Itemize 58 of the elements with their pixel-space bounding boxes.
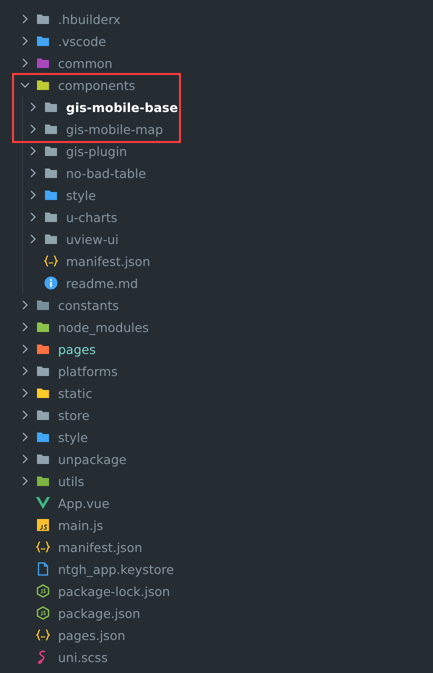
file-name[interactable]: ntgh_app.keystore bbox=[58, 562, 174, 576]
chevron-right-icon[interactable] bbox=[20, 35, 30, 47]
folder-name[interactable]: platforms bbox=[58, 364, 118, 378]
chevron-right-icon[interactable] bbox=[20, 453, 30, 465]
chevron-right-icon[interactable] bbox=[20, 387, 30, 399]
folder-name[interactable]: common bbox=[58, 56, 112, 70]
folder-name[interactable]: style bbox=[66, 188, 96, 202]
folder-name[interactable]: unpackage bbox=[58, 452, 127, 466]
chevron-right-icon[interactable] bbox=[20, 475, 30, 487]
folder-name[interactable]: utils bbox=[58, 474, 84, 488]
file-name[interactable]: readme.md bbox=[66, 276, 138, 290]
folder-name[interactable]: no-bad-table bbox=[66, 166, 146, 180]
chevron-right-icon[interactable] bbox=[20, 431, 30, 443]
hexagon-icon bbox=[36, 584, 50, 598]
chevron-right-icon[interactable] bbox=[28, 189, 38, 201]
braces-icon bbox=[36, 628, 50, 642]
folder-name[interactable]: static bbox=[58, 386, 92, 400]
js-file-icon bbox=[36, 518, 50, 532]
folder-name[interactable]: constants bbox=[58, 298, 119, 312]
folder-name[interactable]: .hbuilderx bbox=[58, 12, 121, 26]
file-name[interactable]: uni.scss bbox=[58, 650, 108, 664]
file-name[interactable]: pages.json bbox=[58, 628, 126, 642]
chevron-right-icon[interactable] bbox=[20, 343, 30, 355]
chevron-right-icon[interactable] bbox=[20, 321, 30, 333]
document-icon bbox=[36, 562, 50, 576]
file-name[interactable]: App.vue bbox=[58, 496, 110, 510]
chevron-right-icon[interactable] bbox=[28, 167, 38, 179]
chevron-right-icon[interactable] bbox=[20, 57, 30, 69]
chevron-right-icon[interactable] bbox=[28, 145, 38, 157]
folder-name[interactable]: node_modules bbox=[58, 320, 149, 334]
chevron-right-icon[interactable] bbox=[28, 101, 38, 113]
chevron-right-icon[interactable] bbox=[20, 13, 30, 25]
folder-name[interactable]: u-charts bbox=[66, 210, 118, 224]
chevron-right-icon[interactable] bbox=[20, 365, 30, 377]
info-icon bbox=[44, 276, 58, 290]
folder-name[interactable]: pages bbox=[58, 342, 96, 356]
braces-icon bbox=[36, 540, 50, 554]
file-name[interactable]: package-lock.json bbox=[58, 584, 170, 598]
chevron-right-icon[interactable] bbox=[28, 123, 38, 135]
chevron-right-icon[interactable] bbox=[20, 409, 30, 421]
file-name[interactable]: package.json bbox=[58, 606, 140, 620]
chevron-right-icon[interactable] bbox=[20, 299, 30, 311]
folder-name[interactable]: .vscode bbox=[58, 34, 106, 48]
folder-name[interactable]: style bbox=[58, 430, 88, 444]
braces-icon bbox=[44, 254, 58, 268]
chevron-right-icon[interactable] bbox=[28, 211, 38, 223]
v-logo-icon bbox=[36, 496, 50, 510]
folder-name[interactable]: store bbox=[58, 408, 90, 422]
file-name[interactable]: manifest.json bbox=[66, 254, 150, 268]
file-name[interactable]: main.js bbox=[58, 518, 104, 532]
folder-name[interactable]: components bbox=[58, 78, 136, 92]
folder-name[interactable]: uview-ui bbox=[66, 232, 119, 246]
folder-name[interactable]: gis-mobile-base bbox=[66, 100, 178, 114]
file-name[interactable]: manifest.json bbox=[58, 540, 142, 554]
folder-name[interactable]: gis-mobile-map bbox=[66, 122, 164, 136]
folder-name[interactable]: gis-plugin bbox=[66, 144, 128, 158]
hexagon-icon bbox=[36, 606, 50, 620]
chevron-right-icon[interactable] bbox=[28, 233, 38, 245]
